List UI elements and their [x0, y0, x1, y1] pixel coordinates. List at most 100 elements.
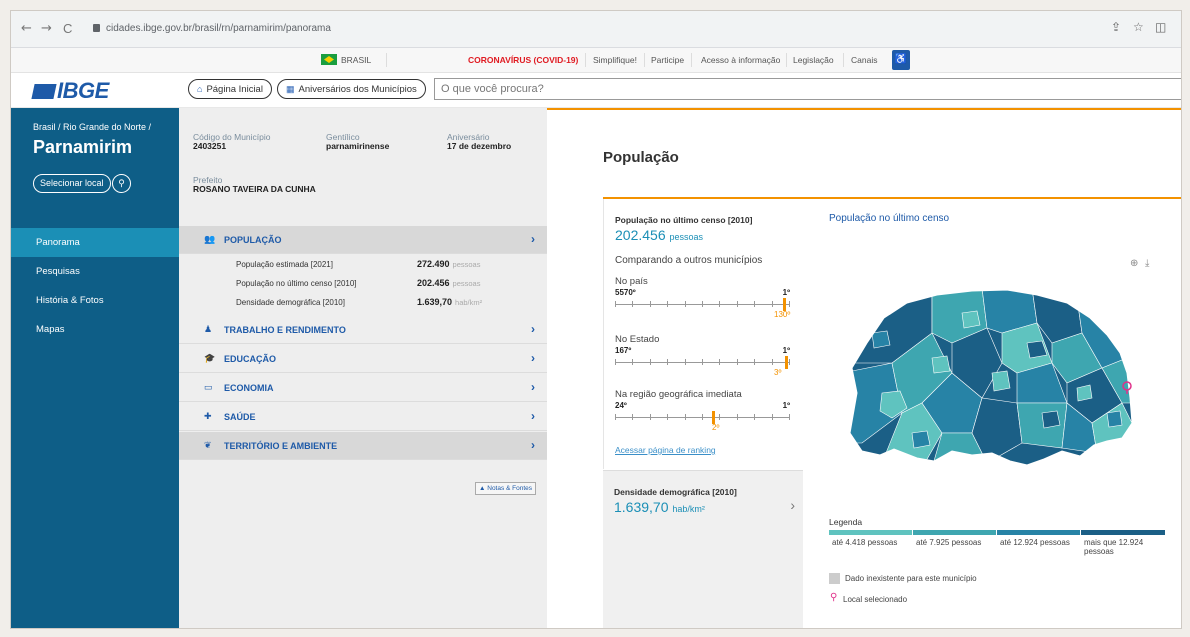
- chevron-right-icon: ›: [790, 497, 795, 513]
- share-icon[interactable]: ⇪: [1111, 20, 1121, 34]
- page-title: População: [603, 149, 679, 166]
- state-map[interactable]: [822, 273, 1167, 513]
- ranking-label: Na região geográfica imediata: [615, 389, 742, 400]
- main-content: População População no último censo [201…: [547, 108, 1181, 628]
- download-icon[interactable]: ⤓: [1145, 258, 1149, 269]
- ranking-tick: [632, 301, 634, 307]
- ranking-max: 1º: [782, 401, 790, 410]
- ranking-min: 24º: [615, 401, 627, 410]
- chevron-right-icon: ›: [531, 409, 535, 423]
- ranking-tick: [615, 301, 616, 307]
- map-pin-icon: ⚲: [830, 592, 838, 603]
- accessibility-icon[interactable]: ♿: [892, 50, 910, 70]
- people-icon: 👥: [204, 234, 216, 244]
- ranking-label: No país: [615, 276, 648, 287]
- indicator-value: 202.456 pessoas: [417, 278, 481, 288]
- anniversaries-button[interactable]: ▦ Aniversários dos Municípios: [277, 79, 426, 99]
- card-value: 202.456 pessoas: [615, 227, 704, 243]
- home-button[interactable]: ⌂ Página Inicial: [188, 79, 272, 99]
- home-icon: ⌂: [197, 84, 203, 94]
- no-data-swatch: [829, 573, 840, 584]
- sidebar-item-panorama[interactable]: Panorama: [11, 228, 179, 257]
- code-value: 2403251: [193, 141, 227, 151]
- ranking-tick: [632, 359, 634, 365]
- money-icon: ▭: [204, 382, 213, 392]
- chevron-right-icon: ›: [531, 232, 535, 246]
- health-icon: ✚: [204, 411, 212, 421]
- sidebar-item-historia[interactable]: História & Fotos: [11, 286, 179, 315]
- section-title: Território e Ambiente: [224, 441, 338, 451]
- indicators-panel: Código do Município 2403251 Gentílico pa…: [179, 108, 547, 628]
- density-card[interactable]: Densidade demográfica [2010] 1.639,70 ha…: [603, 470, 803, 628]
- select-location-button[interactable]: Selecionar local: [33, 174, 111, 193]
- address-bar[interactable]: cidades.ibge.gov.br/brasil/rn/parnamirim…: [93, 18, 1083, 40]
- section-trabalho[interactable]: ♟ Trabalho e Rendimento ›: [179, 316, 547, 344]
- section-economia[interactable]: ▭ Economia ›: [179, 374, 547, 402]
- population-card: População no último censo [2010] 202.456…: [603, 199, 804, 469]
- lock-icon: [93, 24, 100, 32]
- no-data-label: Dado inexistente para este município: [845, 574, 977, 583]
- ranking-tick: [789, 414, 790, 420]
- section-educacao[interactable]: 🎓 Educação ›: [179, 345, 547, 373]
- ranking-country: No país 5570º 1º 130º: [615, 276, 790, 319]
- section-territorio[interactable]: ❦ Território e Ambiente ›: [179, 432, 547, 460]
- brasil-link[interactable]: BRASIL: [321, 48, 371, 72]
- notes-sources-button[interactable]: ▲ Notas & Fontes: [475, 482, 537, 495]
- back-icon[interactable]: ←: [21, 21, 32, 36]
- ranking-min: 167º: [615, 346, 632, 355]
- section-title: População: [224, 235, 282, 245]
- anniversaries-label: Aniversários dos Municípios: [298, 84, 417, 95]
- sidebar-item-mapas[interactable]: Mapas: [11, 315, 179, 344]
- forward-icon[interactable]: →: [41, 21, 52, 36]
- legend-item: até 7.925 pessoas: [913, 530, 996, 564]
- ranking-tick: [789, 359, 790, 365]
- gentilic-value: parnamirinense: [326, 141, 390, 151]
- graduation-icon: 🎓: [204, 353, 216, 363]
- indicator-value: 1.639,70 hab/km²: [417, 297, 483, 307]
- gov-link-acesso[interactable]: Acesso à informação: [701, 48, 780, 72]
- sidebar-item-pesquisas[interactable]: Pesquisas: [11, 257, 179, 286]
- legend-label: até 7.925 pessoas: [916, 538, 982, 547]
- reload-icon[interactable]: C: [63, 21, 72, 36]
- section-populacao[interactable]: 👥 População ›: [179, 226, 547, 254]
- home-label: Página Inicial: [206, 84, 263, 95]
- gov-link-simplifique[interactable]: Simplifique!: [593, 48, 637, 72]
- indicator-row[interactable]: Densidade demográfica [2010] 1.639,70 hab…: [179, 293, 547, 312]
- ranking-tick: [754, 414, 756, 420]
- star-icon[interactable]: ☆: [1133, 20, 1144, 34]
- site-header: IBGE ⌂ Página Inicial ▦ Aniversários dos M…: [11, 73, 1181, 109]
- divider: [843, 53, 844, 67]
- mayor-value: ROSANO TAVEIRA DA CUNHA: [193, 184, 316, 194]
- gov-link-canais[interactable]: Canais: [851, 48, 877, 72]
- brazil-flag-icon: [321, 54, 337, 65]
- card-title: Densidade demográfica [2010]: [614, 487, 737, 497]
- search-input[interactable]: O que você procura?: [434, 78, 1181, 100]
- zoom-icon[interactable]: ⊕: [1130, 258, 1138, 269]
- legend-item: até 4.418 pessoas: [829, 530, 912, 564]
- ranking-tick: [702, 414, 703, 420]
- window-icon[interactable]: ◫: [1155, 20, 1166, 34]
- ranking-link[interactable]: Acessar página de ranking: [615, 445, 716, 455]
- legend-swatch: [829, 530, 912, 535]
- section-title: Trabalho e Rendimento: [224, 325, 346, 335]
- gov-link-legislacao[interactable]: Legislação: [793, 48, 834, 72]
- breadcrumb[interactable]: Brasil / Rio Grande do Norte /: [33, 122, 151, 132]
- ranking-tick: [771, 414, 773, 420]
- ranking-tick: [649, 414, 651, 420]
- section-saude[interactable]: ✚ Saúde ›: [179, 403, 547, 431]
- indicator-value: 272.490 pessoas: [417, 259, 481, 269]
- ibge-logo[interactable]: IBGE: [31, 78, 109, 104]
- indicator-row[interactable]: População estimada [2021] 272.490 pessoas: [179, 255, 547, 274]
- covid-link[interactable]: CORONAVÍRUS (COVID-19): [468, 48, 578, 72]
- gov-link-participe[interactable]: Participe: [651, 48, 684, 72]
- location-pin-icon[interactable]: ⚲: [112, 174, 131, 193]
- ranking-tick: [771, 359, 773, 365]
- accent-bar: [547, 108, 1181, 110]
- divider: [691, 53, 692, 67]
- indicator-row[interactable]: População no último censo [2010] 202.456…: [179, 274, 547, 293]
- chevron-right-icon: ›: [531, 351, 535, 365]
- selected-location-label: Local selecionado: [843, 595, 908, 604]
- legend-label: até 4.418 pessoas: [832, 538, 898, 547]
- ranking-max: 1º: [782, 288, 790, 297]
- divider: [786, 53, 787, 67]
